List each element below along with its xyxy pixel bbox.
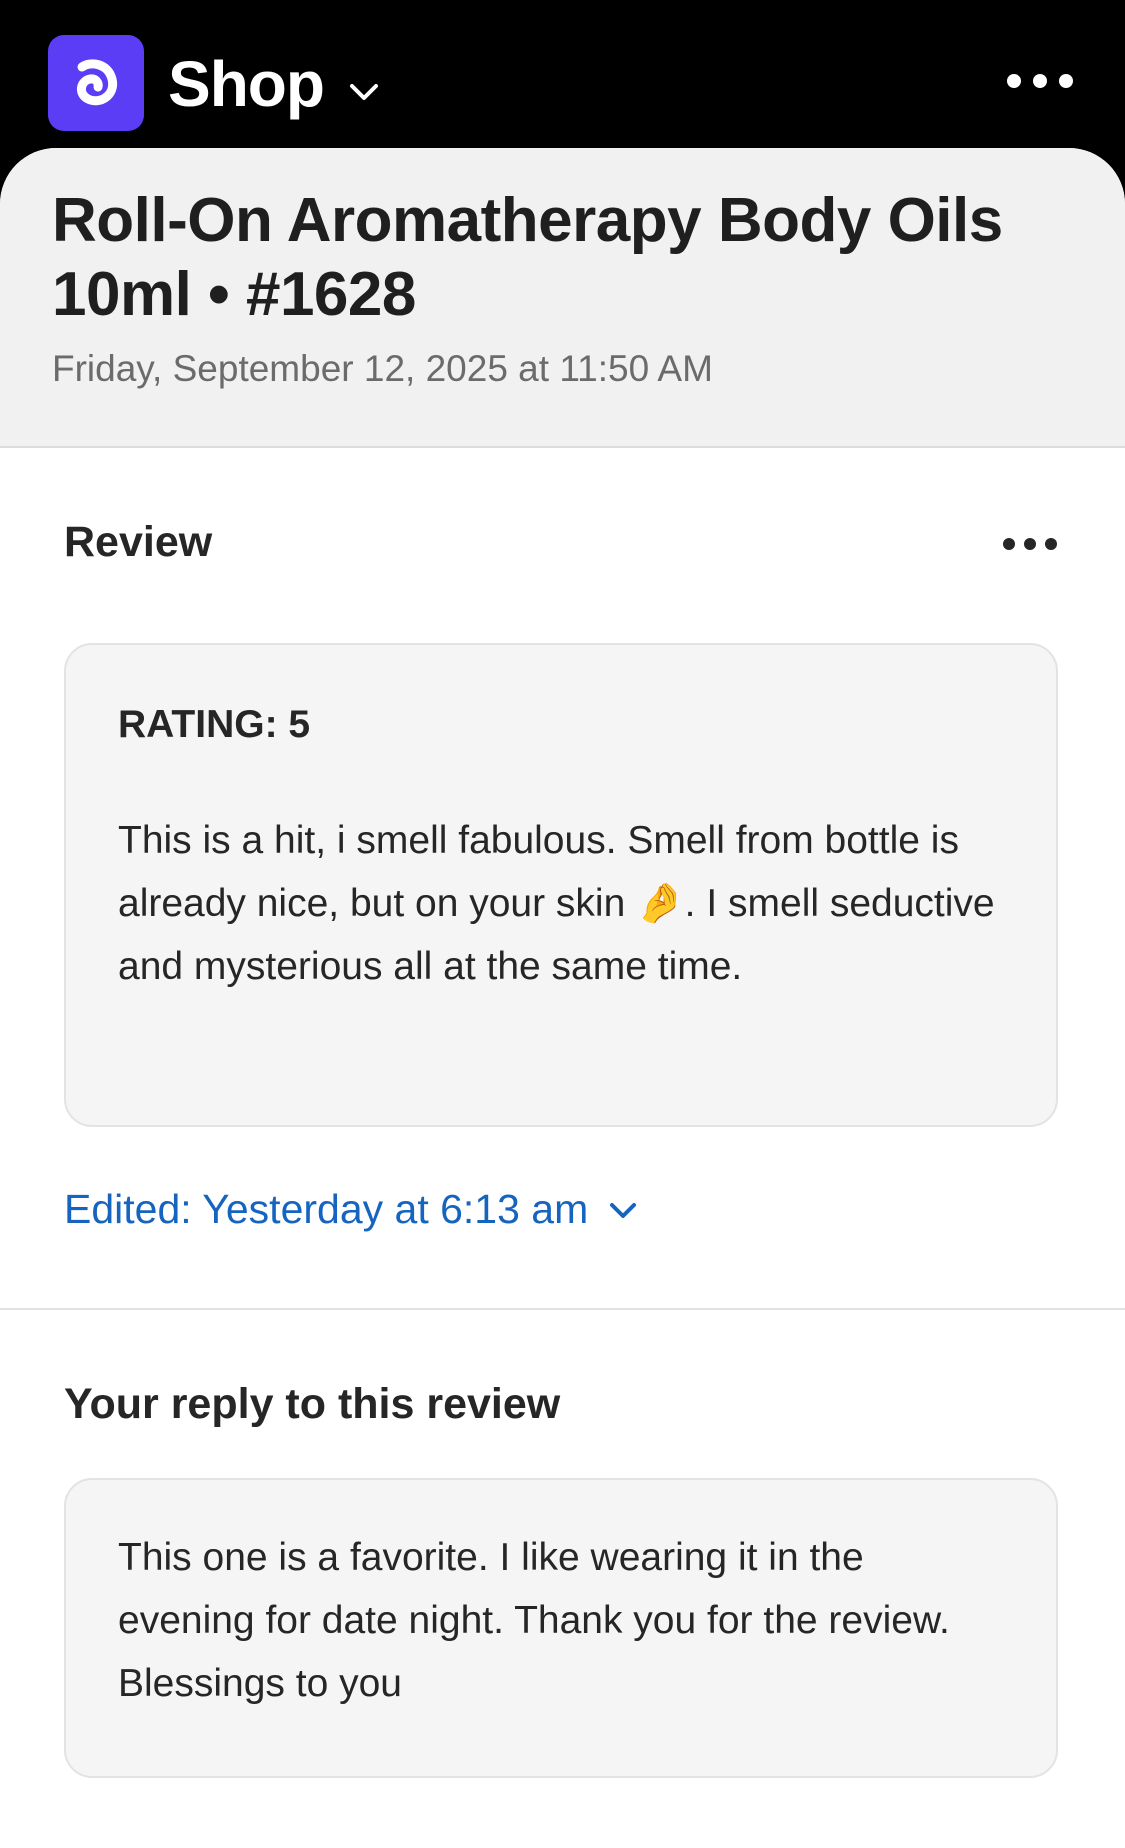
app-header: Shop: [0, 0, 1125, 150]
reply-text: This one is a favorite. I like wearing i…: [118, 1536, 950, 1705]
reply-card: This one is a favorite. I like wearing i…: [64, 1478, 1058, 1778]
review-section-title: Review: [64, 518, 213, 566]
review-card: RATING: 5 This is a hit, i smell fabulou…: [64, 643, 1058, 1127]
chevron-down-icon[interactable]: [346, 74, 382, 110]
reply-section-title: Your reply to this review: [64, 1380, 561, 1428]
review-text: This is a hit, i smell fabulous. Smell f…: [118, 819, 995, 988]
order-date: Friday, September 12, 2025 at 11:50 AM: [52, 348, 713, 389]
app-name[interactable]: Shop: [168, 44, 325, 124]
more-horizontal-icon[interactable]: [1007, 66, 1073, 96]
product-title: Roll-On Aromatherapy Body Oils 10ml • #1…: [52, 186, 1003, 329]
section-divider: [0, 1308, 1125, 1310]
shop-logo-icon[interactable]: [48, 35, 144, 131]
review-more-icon[interactable]: [1003, 538, 1057, 552]
rating-label: RATING: 5: [118, 703, 311, 746]
product-header: Roll-On Aromatherapy Body Oils 10ml • #1…: [0, 148, 1125, 448]
edited-label: Edited: Yesterday at 6:13 am: [64, 1186, 589, 1232]
edited-history-toggle[interactable]: Edited: Yesterday at 6:13 am: [64, 1186, 640, 1233]
chevron-down-icon: [610, 1202, 637, 1218]
